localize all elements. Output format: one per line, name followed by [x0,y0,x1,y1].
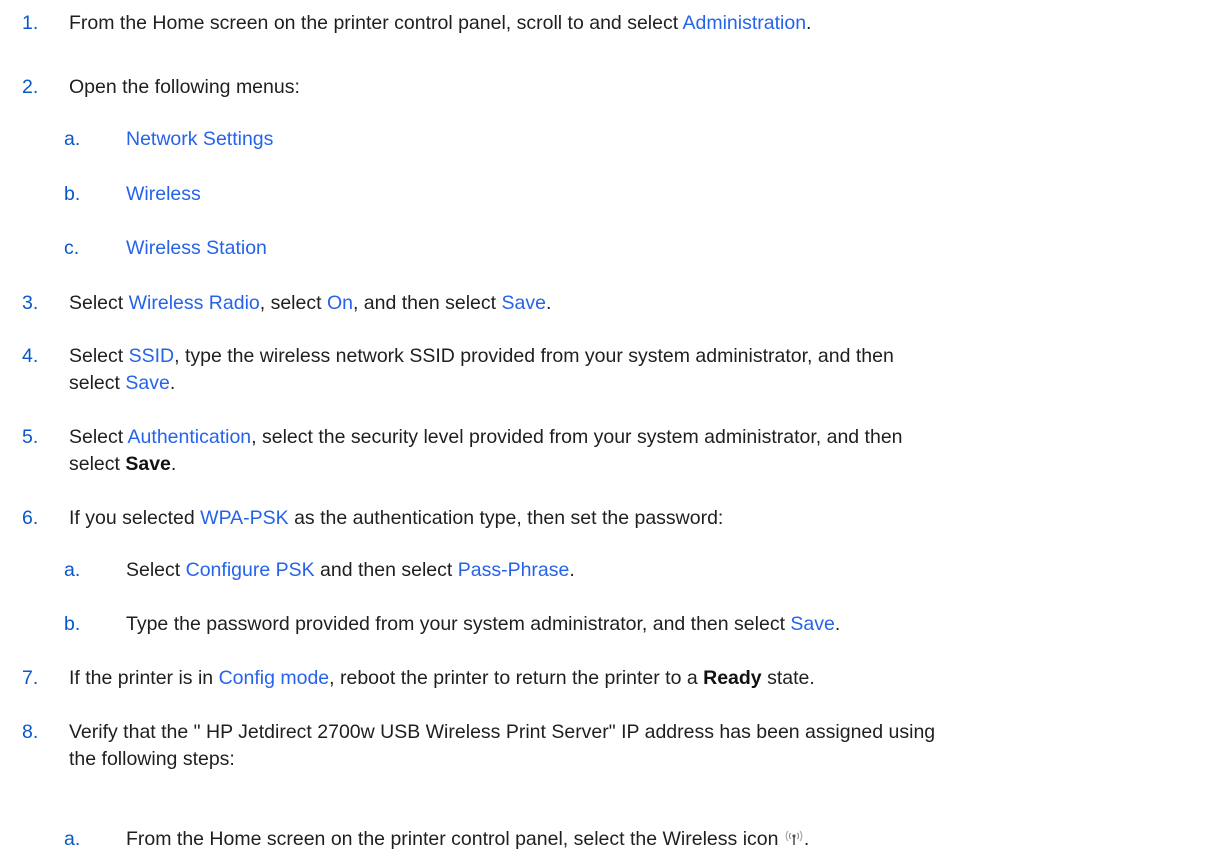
step-number: 1. [22,12,39,34]
text: From the Home screen on the printer cont… [69,12,683,34]
text: . [170,453,177,475]
step-number: 8. [22,721,39,743]
save-link[interactable]: Save [125,372,169,394]
save-label: Save [125,453,171,475]
step-text: Open the following menus: [69,76,300,98]
text: Type the password provided from your sys… [126,613,791,635]
text: the following steps: [69,748,235,770]
wireless-link[interactable]: Wireless [126,183,201,205]
save-link[interactable]: Save [502,292,546,314]
pass-phrase-link[interactable]: Pass-Phrase [458,559,570,581]
text: . [834,613,841,635]
text: If the printer is in [69,667,219,689]
text: If you selected [69,507,201,529]
step-number: 2. [22,76,39,98]
step-text: From the Home screen on the printer cont… [69,10,1175,37]
substep-letter: b. [64,613,81,635]
text: . [545,292,552,314]
text: . [569,559,575,581]
step-number: 5. [22,426,39,448]
text: as the authentication type, then set the… [288,507,724,529]
text: , select [259,292,327,314]
text: Verify that the " HP Jetdirect 2700w USB… [69,721,936,743]
text: , reboot the printer to return the print… [329,667,704,689]
wireless-icon[interactable] [784,827,804,845]
text: . [169,372,176,394]
text: From the Home screen on the printer cont… [126,828,784,850]
text: select [69,453,126,475]
text: . [803,828,810,850]
text: Select [126,559,186,581]
save-link[interactable]: Save [790,613,834,635]
text: state. [761,667,815,689]
substep-letter: a. [64,559,81,581]
text: and then select [314,559,458,581]
step-number: 7. [22,667,39,689]
step-number: 6. [22,507,39,529]
substep-letter: a. [64,828,81,850]
wpa-psk-link[interactable]: WPA-PSK [200,507,288,529]
substep-letter: c. [64,237,80,259]
configure-psk-link[interactable]: Configure PSK [186,559,315,581]
ssid-link[interactable]: SSID [129,345,175,367]
text: , type the wireless network SSID provide… [174,345,894,367]
substep-letter: a. [64,128,81,150]
text: Select [69,292,129,314]
wireless-station-link[interactable]: Wireless Station [126,237,267,259]
text: Select [69,345,129,367]
text: Select [69,426,128,448]
text: . [806,12,812,34]
network-settings-link[interactable]: Network Settings [126,128,273,150]
authentication-link[interactable]: Authentication [128,426,252,448]
substep-letter: b. [64,183,81,205]
administration-link[interactable]: Administration [682,12,806,34]
text: select [69,372,126,394]
text: , and then select [352,292,502,314]
config-mode-link[interactable]: Config mode [219,667,330,689]
on-link[interactable]: On [327,292,353,314]
step-number: 4. [22,345,39,367]
step-number: 3. [22,292,39,314]
wireless-radio-link[interactable]: Wireless Radio [129,292,260,314]
text: , select the security level provided fro… [251,426,903,448]
ready-label: Ready [703,667,762,689]
